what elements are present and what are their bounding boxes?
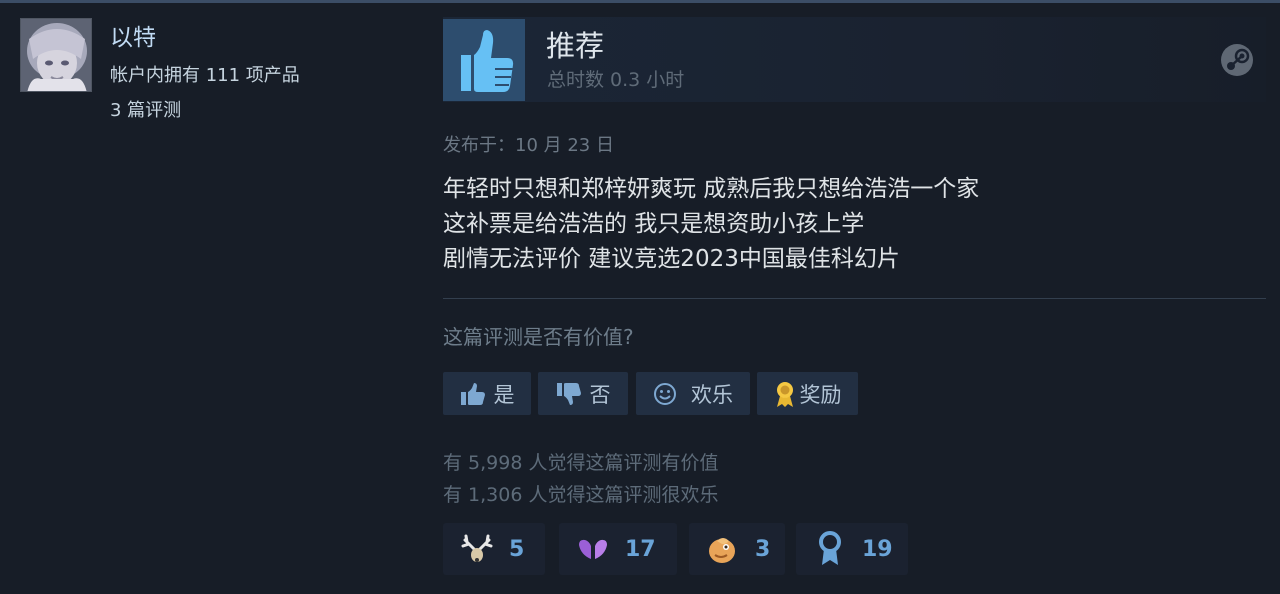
review-body: 年轻时只想和郑梓妍爽玩 成熟后我只想给浩浩一个家 这补票是给浩浩的 我只是想资助… [443, 172, 1263, 277]
award-count: 5 [509, 536, 525, 562]
deer-antlers-icon [457, 534, 497, 564]
top-border [0, 0, 1280, 3]
award-count: 3 [755, 536, 771, 562]
avatar-image [21, 19, 91, 91]
helpful-count: 有 5,998 人觉得这篇评测有价值 [443, 452, 719, 474]
award-label: 奖励 [799, 382, 842, 407]
posted-date: 发布于：10 月 23 日 [443, 135, 614, 156]
review-header[interactable]: 推荐 总时数 0.3 小时 [443, 17, 1266, 102]
thumbs-down-icon [556, 382, 582, 406]
vote-yes-button[interactable]: 是 [443, 372, 531, 415]
award-badge[interactable]: 5 [443, 523, 545, 575]
review-verdict[interactable]: 推荐 [546, 23, 604, 65]
award-badge[interactable]: 3 [689, 523, 785, 575]
vote-funny-label: 欢乐 [691, 382, 733, 407]
ribbon-medal-icon [810, 530, 850, 568]
review-line: 这补票是给浩浩的 我只是想资助小孩上学 [443, 211, 865, 237]
clapping-hand-icon [703, 533, 743, 565]
award-badge[interactable]: 19 [796, 523, 908, 575]
award-button[interactable]: 奖励 [757, 372, 858, 415]
products-owned[interactable]: 帐户内拥有 111 项产品 [110, 61, 300, 87]
author-name[interactable]: 以特 [110, 18, 156, 52]
helpful-question: 这篇评测是否有价值? [443, 325, 634, 349]
review-line: 剧情无法评价 建议竞选2023中国最佳科幻片 [443, 246, 900, 272]
smiley-icon [653, 382, 677, 406]
purple-hearts-icon [573, 535, 613, 563]
award-count: 17 [625, 536, 656, 562]
vote-no-button[interactable]: 否 [538, 372, 628, 415]
award-ribbon-icon [774, 380, 796, 408]
review-line: 年轻时只想和郑梓妍爽玩 成熟后我只想给浩浩一个家 [443, 176, 980, 202]
playtime: 总时数 0.3 小时 [547, 69, 685, 91]
funny-count: 有 1,306 人觉得这篇评测很欢乐 [443, 484, 719, 506]
thumbs-up-box [443, 19, 525, 101]
thumbs-up-icon [461, 30, 514, 92]
vote-yes-label: 是 [493, 382, 515, 407]
divider [443, 298, 1266, 299]
award-count: 19 [862, 536, 893, 562]
vote-no-label: 否 [589, 382, 611, 407]
award-badge[interactable]: 17 [559, 523, 677, 575]
reviews-count[interactable]: 3 篇评测 [110, 96, 181, 122]
thumbs-up-icon [460, 382, 486, 406]
vote-funny-button[interactable]: 欢乐 [636, 372, 750, 415]
user-avatar[interactable] [20, 18, 92, 92]
steam-logo-icon [1220, 43, 1254, 81]
